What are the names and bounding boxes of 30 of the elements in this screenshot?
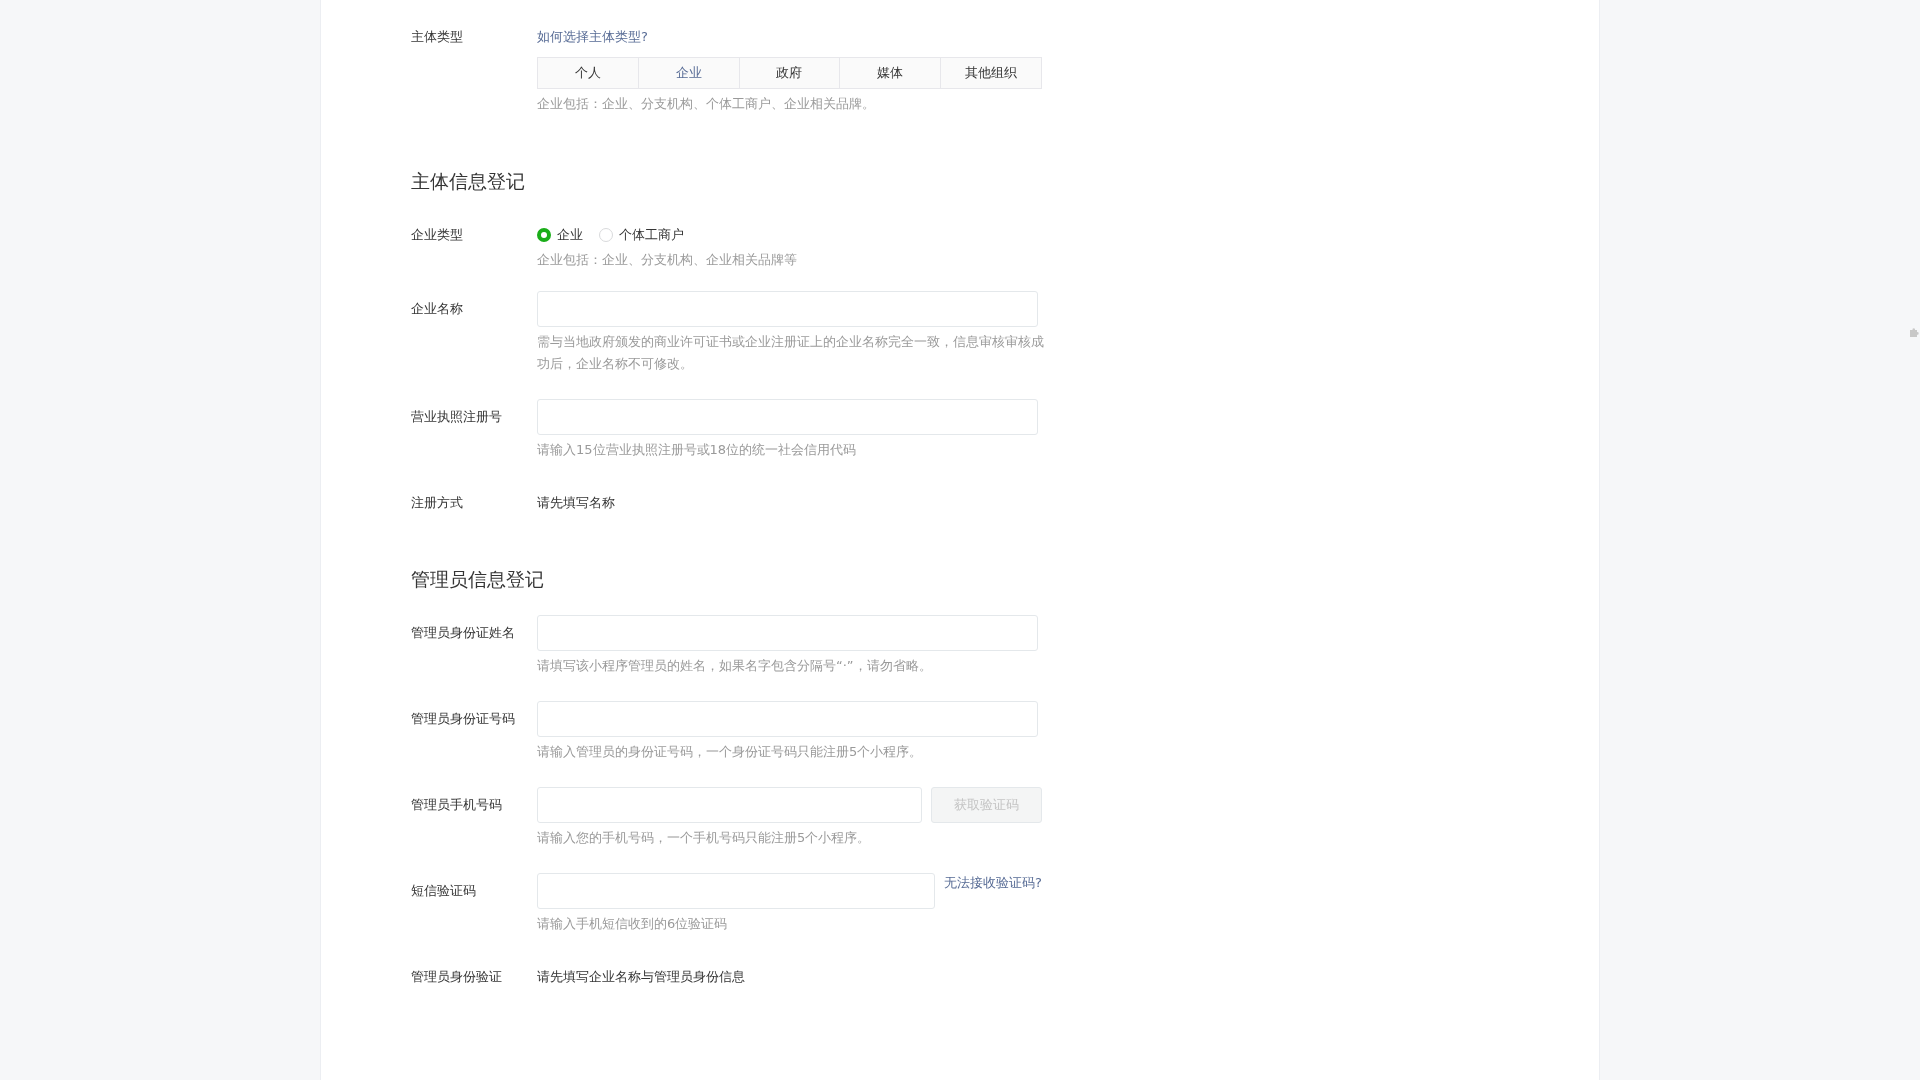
input-field[interactable] xyxy=(537,291,1038,327)
input-field[interactable] xyxy=(537,873,936,909)
radio-label[interactable]: 个体工商户 xyxy=(619,225,684,245)
hint-text: 企业包括：企业、分支机构、企业相关品牌等 xyxy=(537,251,798,269)
hint-text: 请输入手机短信收到的6位验证码 xyxy=(537,915,729,933)
hint-text: 企业包括：企业、分支机构、个体工商户、企业相关品牌。 xyxy=(537,95,876,113)
field-label: 注册方式 xyxy=(411,494,464,512)
input-field[interactable] xyxy=(537,787,922,823)
section-title: 主体信息登记 xyxy=(411,169,526,194)
section-title: 管理员信息登记 xyxy=(411,567,545,592)
field-value: 请先填写名称 xyxy=(537,494,616,512)
field-label: 短信验证码 xyxy=(411,882,477,900)
field-label: 企业名称 xyxy=(411,300,464,318)
help-link[interactable]: 如何选择主体类型? xyxy=(537,27,648,47)
input-field[interactable] xyxy=(537,615,1038,651)
help-link[interactable]: 无法接收验证码? xyxy=(944,873,1042,893)
field-label: 营业执照注册号 xyxy=(411,408,503,426)
field-label: 主体类型 xyxy=(411,28,464,46)
field-label: 管理员身份证姓名 xyxy=(411,624,516,642)
hint-text: 请填写该小程序管理员的姓名，如果名字包含分隔号“·”，请勿省略。 xyxy=(537,657,933,675)
input-field[interactable] xyxy=(537,399,1038,435)
radio-label[interactable]: 企业 xyxy=(557,225,583,245)
input-field[interactable] xyxy=(537,701,1038,737)
field-value: 请先填写企业名称与管理员身份信息 xyxy=(537,968,746,986)
radio-button[interactable] xyxy=(537,228,551,242)
puzzle-icon[interactable] xyxy=(1909,327,1919,337)
field-label: 管理员手机号码 xyxy=(411,796,503,814)
field-label: 企业类型 xyxy=(411,226,464,244)
field-label: 管理员身份验证 xyxy=(411,968,503,986)
field-label: 管理员身份证号码 xyxy=(411,710,516,728)
